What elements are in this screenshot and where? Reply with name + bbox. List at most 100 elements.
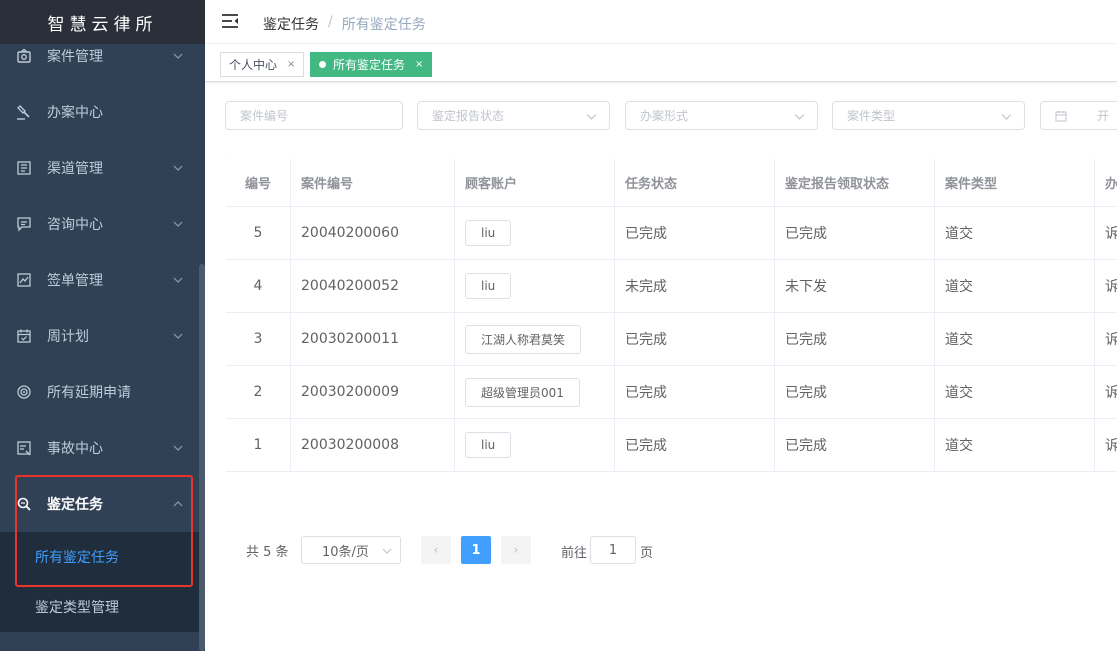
hamburger-menu-icon[interactable] xyxy=(221,13,239,29)
column-header-handling-form: 办 xyxy=(1095,159,1117,207)
sidebar-item-label: 办案中心 xyxy=(47,105,103,121)
sidebar-item-contract-management[interactable]: 签单管理 xyxy=(0,252,205,308)
chevron-down-icon xyxy=(173,221,183,227)
search-doc-icon xyxy=(15,495,33,513)
next-page-button[interactable]: › xyxy=(501,536,531,564)
cell-case-type: 道交 xyxy=(935,366,1095,419)
cell-id: 3 xyxy=(226,313,291,366)
account-tag: 超级管理员001 xyxy=(465,377,580,407)
cell-customer-account: liu xyxy=(455,207,615,260)
contract-icon xyxy=(15,271,33,289)
incident-icon xyxy=(15,439,33,457)
chevron-down-icon xyxy=(173,333,183,339)
table-row: 3 20030200011 江湖人称君莫笑 已完成 已完成 道交 诉 xyxy=(226,313,1117,366)
sidebar-item-delay-requests[interactable]: 所有延期申请 xyxy=(0,364,205,420)
breadcrumb: 鉴定任务 / 所有鉴定任务 xyxy=(263,14,426,34)
close-icon[interactable]: × xyxy=(415,59,423,70)
close-icon[interactable]: × xyxy=(287,59,295,70)
goto-label: 前往 xyxy=(561,546,588,561)
sidebar-item-case-management[interactable]: 案件管理 xyxy=(0,28,205,84)
cell-task-status: 已完成 xyxy=(615,419,775,472)
tag-label: 个人中心 xyxy=(229,58,278,72)
cell-customer-account: 超级管理员001 xyxy=(455,366,615,419)
navbar: 鉴定任务 / 所有鉴定任务 xyxy=(205,0,1117,44)
page-number-button[interactable]: 1 xyxy=(461,536,491,564)
cell-report-status: 已完成 xyxy=(775,313,935,366)
tag-personal-center[interactable]: 个人中心 × xyxy=(220,52,305,77)
account-tag: liu xyxy=(465,220,512,246)
case-type-select[interactable]: 案件类型 xyxy=(832,101,1025,130)
submenu-item-all-appraisal-tasks[interactable]: 所有鉴定任务 xyxy=(0,532,200,582)
cell-case-number: 20040200060 xyxy=(291,207,455,260)
cell-report-status: 已完成 xyxy=(775,366,935,419)
cell-report-status: 未下发 xyxy=(775,260,935,313)
cell-report-status: 已完成 xyxy=(775,207,935,260)
sidebar-item-label: 所有延期申请 xyxy=(47,385,131,401)
sidebar: 智慧云律所 案件管理 办案中心 渠道管理 咨询中心 签单管理 周计划 所有延期申… xyxy=(0,0,205,651)
chevron-down-icon xyxy=(794,114,805,120)
cell-case-number: 20030200009 xyxy=(291,366,455,419)
column-header-customer-account: 顾客账户 xyxy=(455,159,615,207)
tag-all-appraisal-tasks[interactable]: 所有鉴定任务 × xyxy=(310,52,433,77)
handling-form-select[interactable]: 办案形式 xyxy=(625,101,818,130)
table-row: 4 20040200052 liu 未完成 未下发 道交 诉 xyxy=(226,260,1117,313)
cell-report-status: 已完成 xyxy=(775,419,935,472)
column-header-case-type: 案件类型 xyxy=(935,159,1095,207)
sidebar-item-label: 鉴定任务 xyxy=(47,497,103,513)
goto-page-input[interactable]: 1 xyxy=(590,536,636,564)
chevron-down-icon xyxy=(173,53,183,59)
submenu-item-appraisal-type-management[interactable]: 鉴定类型管理 xyxy=(0,582,200,632)
calendar-icon xyxy=(15,327,33,345)
sidebar-item-label: 事故中心 xyxy=(47,441,103,457)
sidebar-item-consult-center[interactable]: 咨询中心 xyxy=(0,196,205,252)
pagination-total: 共 5 条 xyxy=(246,544,289,560)
page-size-value: 10条/页 xyxy=(322,544,369,560)
cell-case-type: 道交 xyxy=(935,313,1095,366)
cell-id: 5 xyxy=(226,207,291,260)
cell-case-number: 20040200052 xyxy=(291,260,455,313)
submenu-item-label: 所有鉴定任务 xyxy=(35,550,119,566)
prev-page-button[interactable]: ‹ xyxy=(421,536,451,564)
chevron-down-icon xyxy=(586,114,597,120)
date-range-picker[interactable]: 开 xyxy=(1040,101,1117,130)
sidebar-item-weekly-plan[interactable]: 周计划 xyxy=(0,308,205,364)
breadcrumb-item[interactable]: 鉴定任务 xyxy=(263,14,319,34)
page-size-select[interactable]: 10条/页 xyxy=(301,536,401,564)
sidebar-item-label: 周计划 xyxy=(47,329,89,345)
appraisal-task-table: 编号 案件编号 顾客账户 任务状态 鉴定报告领取状态 案件类型 办 5 2004… xyxy=(225,158,1117,472)
page-suffix-label: 页 xyxy=(640,546,654,561)
cell-task-status: 已完成 xyxy=(615,366,775,419)
cell-handling-form: 诉 xyxy=(1095,419,1117,472)
cell-case-type: 道交 xyxy=(935,207,1095,260)
case-type-placeholder: 案件类型 xyxy=(847,109,896,123)
case-number-input[interactable]: 案件编号 xyxy=(225,101,403,130)
submenu-item-label: 鉴定类型管理 xyxy=(35,600,119,616)
sidebar-item-label: 咨询中心 xyxy=(47,217,103,233)
breadcrumb-separator: / xyxy=(328,14,333,30)
app: 智慧云律所 案件管理 办案中心 渠道管理 咨询中心 签单管理 周计划 所有延期申… xyxy=(0,0,1117,651)
chevron-down-icon xyxy=(173,277,183,283)
calendar-icon xyxy=(1055,110,1067,121)
cell-case-number: 20030200011 xyxy=(291,313,455,366)
cell-task-status: 已完成 xyxy=(615,313,775,366)
sidebar-item-label: 渠道管理 xyxy=(47,161,103,177)
cell-handling-form: 诉 xyxy=(1095,260,1117,313)
column-header-case-number: 案件编号 xyxy=(291,159,455,207)
active-dot-icon xyxy=(319,61,326,68)
report-status-select[interactable]: 鉴定报告状态 xyxy=(417,101,610,130)
column-header-id: 编号 xyxy=(226,159,291,207)
sidebar-item-channel-management[interactable]: 渠道管理 xyxy=(0,140,205,196)
chevron-down-icon xyxy=(173,445,183,451)
cell-customer-account: 江湖人称君莫笑 xyxy=(455,313,615,366)
chevron-down-icon xyxy=(1001,114,1012,120)
cell-task-status: 未完成 xyxy=(615,260,775,313)
handling-form-placeholder: 办案形式 xyxy=(640,109,689,123)
account-tag: liu xyxy=(465,273,512,299)
sidebar-item-handling-center[interactable]: 办案中心 xyxy=(0,84,205,140)
sidebar-scrollbar[interactable] xyxy=(199,264,205,651)
sidebar-item-incident-center[interactable]: 事故中心 xyxy=(0,420,205,476)
breadcrumb-item-current: 所有鉴定任务 xyxy=(341,17,426,33)
sidebar-item-label: 案件管理 xyxy=(47,49,103,65)
sidebar-item-appraisal-tasks[interactable]: 鉴定任务 xyxy=(0,476,205,532)
cell-case-type: 道交 xyxy=(935,419,1095,472)
